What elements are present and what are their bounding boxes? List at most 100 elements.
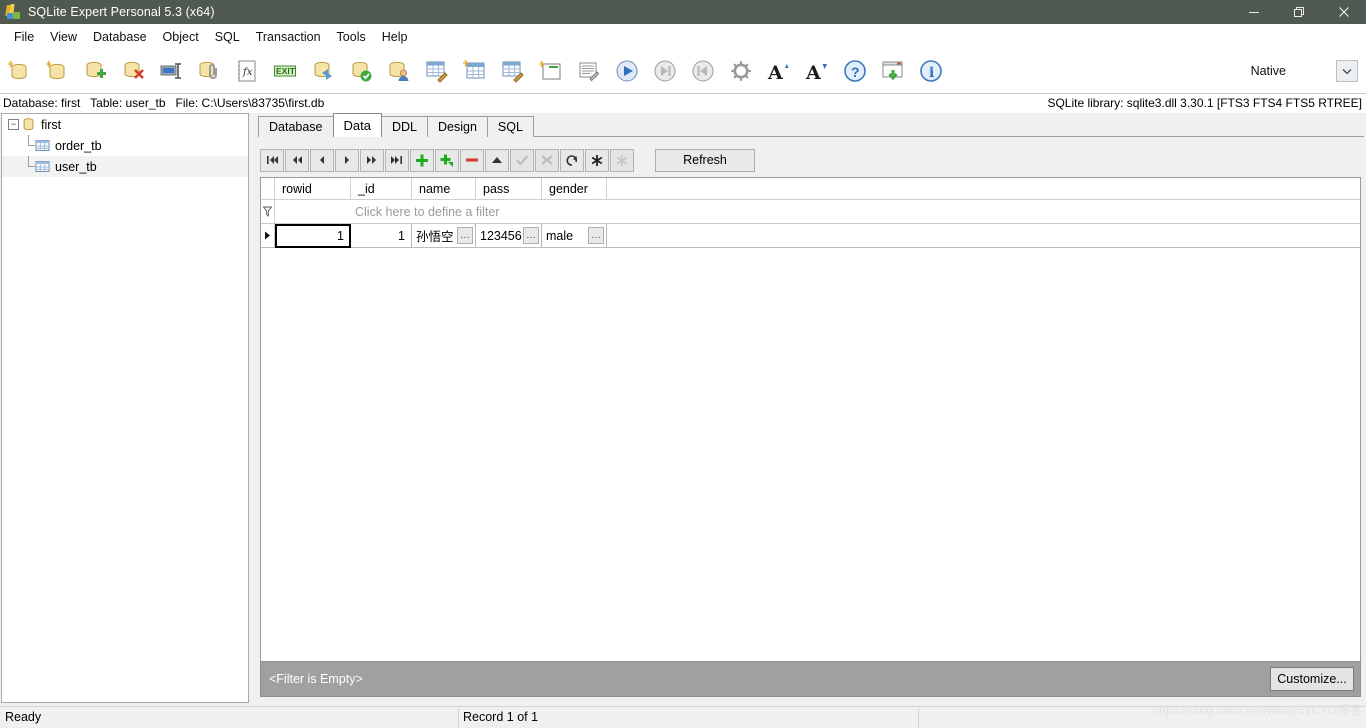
edit-record-icon[interactable] xyxy=(485,148,509,172)
edit-table-icon[interactable] xyxy=(494,52,532,90)
cell-id[interactable]: 1 xyxy=(351,224,412,247)
tree-node-first[interactable]: − first xyxy=(2,114,248,135)
cell-pass-value: 123456 xyxy=(480,228,522,243)
record-position-text: Record 1 of 1 xyxy=(463,710,539,724)
attach-file-database-icon[interactable] xyxy=(190,52,228,90)
refresh-record-icon[interactable] xyxy=(560,148,584,172)
stop-icon[interactable] xyxy=(684,52,722,90)
svg-text:EXIT: EXIT xyxy=(276,66,296,76)
run-icon[interactable] xyxy=(608,52,646,90)
exit-icon[interactable]: EXIT xyxy=(266,52,304,90)
grid-header-row: rowid _id name pass gender xyxy=(261,178,1360,200)
last-record-icon[interactable] xyxy=(385,148,409,172)
chevron-down-icon[interactable] xyxy=(1336,60,1358,82)
first-record-icon[interactable] xyxy=(260,148,284,172)
tab-sql[interactable]: SQL xyxy=(486,116,534,137)
cell-pass[interactable]: 123456 … xyxy=(476,224,542,247)
table-icon xyxy=(35,138,50,153)
remove-database-icon[interactable] xyxy=(114,52,152,90)
insert-record-icon[interactable] xyxy=(410,148,434,172)
new-database-icon[interactable] xyxy=(0,52,38,90)
collapse-expander-icon[interactable]: − xyxy=(8,119,19,130)
tab-database[interactable]: Database xyxy=(258,116,334,137)
clear-null-icon xyxy=(610,148,634,172)
font-increase-icon[interactable]: A xyxy=(760,52,798,90)
column-header-id[interactable]: _id xyxy=(351,178,412,199)
object-tree-panel[interactable]: − first order_tb user_tb xyxy=(1,113,249,703)
tree-node-order-tb[interactable]: order_tb xyxy=(2,135,248,156)
column-header-pass[interactable]: pass xyxy=(476,178,542,199)
cell-editor-ellipsis-button[interactable]: … xyxy=(457,227,473,244)
edit-script-icon[interactable] xyxy=(570,52,608,90)
tree-node-label: order_tb xyxy=(55,138,102,153)
cell-rowid[interactable]: 1 xyxy=(275,224,351,248)
menu-item-transaction[interactable]: Transaction xyxy=(248,27,329,47)
download-update-icon[interactable] xyxy=(874,52,912,90)
set-null-icon[interactable] xyxy=(585,148,609,172)
customize-button[interactable]: Customize... xyxy=(1270,667,1354,691)
cell-gender[interactable]: male … xyxy=(542,224,607,247)
column-header-name[interactable]: name xyxy=(412,178,476,199)
status-text: Ready xyxy=(5,710,42,724)
minimize-icon[interactable] xyxy=(1231,0,1276,24)
encoding-combo[interactable]: Native xyxy=(1251,60,1358,82)
menu-item-view[interactable]: View xyxy=(42,27,85,47)
about-info-icon[interactable]: i xyxy=(912,52,950,90)
menu-item-help[interactable]: Help xyxy=(374,27,416,47)
cancel-edit-icon xyxy=(535,148,559,172)
table-row[interactable]: 1 1 孙悟空 … 123456 … male … xyxy=(261,224,1360,248)
column-header-rowid[interactable]: rowid xyxy=(275,178,351,199)
cell-gender-value: male xyxy=(546,228,574,243)
database-icon xyxy=(21,117,36,132)
post-edit-icon xyxy=(510,148,534,172)
maximize-icon[interactable] xyxy=(1276,0,1321,24)
tree-node-user-tb[interactable]: user_tb xyxy=(2,156,248,177)
column-header-gender[interactable]: gender xyxy=(542,178,607,199)
filter-bar[interactable]: <Filter is Empty> Customize... xyxy=(260,661,1361,697)
cell-editor-ellipsis-button[interactable]: … xyxy=(588,227,604,244)
help-icon[interactable]: ? xyxy=(836,52,874,90)
database-user-icon[interactable] xyxy=(380,52,418,90)
prior-page-icon[interactable] xyxy=(285,148,309,172)
close-icon[interactable] xyxy=(1321,0,1366,24)
cell-editor-ellipsis-button[interactable]: … xyxy=(523,227,539,244)
next-page-icon[interactable] xyxy=(360,148,384,172)
font-decrease-icon[interactable]: A xyxy=(798,52,836,90)
settings-gear-icon[interactable] xyxy=(722,52,760,90)
grid-header-corner xyxy=(261,178,275,199)
app-logo-icon xyxy=(5,4,22,20)
verify-database-icon[interactable] xyxy=(342,52,380,90)
table-tools-icon[interactable] xyxy=(418,52,456,90)
menu-item-file[interactable]: File xyxy=(6,27,42,47)
info-bar: Database: first Table: user_tb File: C:\… xyxy=(0,94,1366,113)
refresh-button[interactable]: Refresh xyxy=(655,148,755,172)
rename-icon[interactable] xyxy=(152,52,190,90)
menu-item-sql[interactable]: SQL xyxy=(207,27,248,47)
tab-ddl[interactable]: DDL xyxy=(380,116,428,137)
cell-name[interactable]: 孙悟空 … xyxy=(412,224,476,247)
filter-prompt[interactable]: Click here to define a filter xyxy=(275,200,1360,223)
delete-record-icon[interactable] xyxy=(460,148,484,172)
tab-data[interactable]: Data xyxy=(332,113,382,137)
duplicate-record-icon[interactable] xyxy=(435,148,459,172)
new-view-icon[interactable] xyxy=(532,52,570,90)
function-fx-icon[interactable]: fx xyxy=(228,52,266,90)
grid-filter-row[interactable]: Click here to define a filter xyxy=(261,200,1360,224)
refresh-database-icon[interactable] xyxy=(304,52,342,90)
record-navigator-toolbar: Refresh xyxy=(260,147,755,173)
menu-item-object[interactable]: Object xyxy=(155,27,207,47)
open-database-icon[interactable] xyxy=(38,52,76,90)
new-table-icon[interactable] xyxy=(456,52,494,90)
next-record-icon[interactable] xyxy=(335,148,359,172)
main-panel: Database Data DDL Design SQL Refresh row… xyxy=(258,113,1364,703)
attach-database-add-icon[interactable] xyxy=(76,52,114,90)
menu-item-database[interactable]: Database xyxy=(85,27,155,47)
data-grid[interactable]: rowid _id name pass gender Click here to… xyxy=(260,177,1361,664)
prior-record-icon[interactable] xyxy=(310,148,334,172)
tab-design[interactable]: Design xyxy=(427,116,488,137)
step-icon[interactable] xyxy=(646,52,684,90)
filter-funnel-icon[interactable] xyxy=(261,200,275,223)
menu-item-tools[interactable]: Tools xyxy=(329,27,374,47)
